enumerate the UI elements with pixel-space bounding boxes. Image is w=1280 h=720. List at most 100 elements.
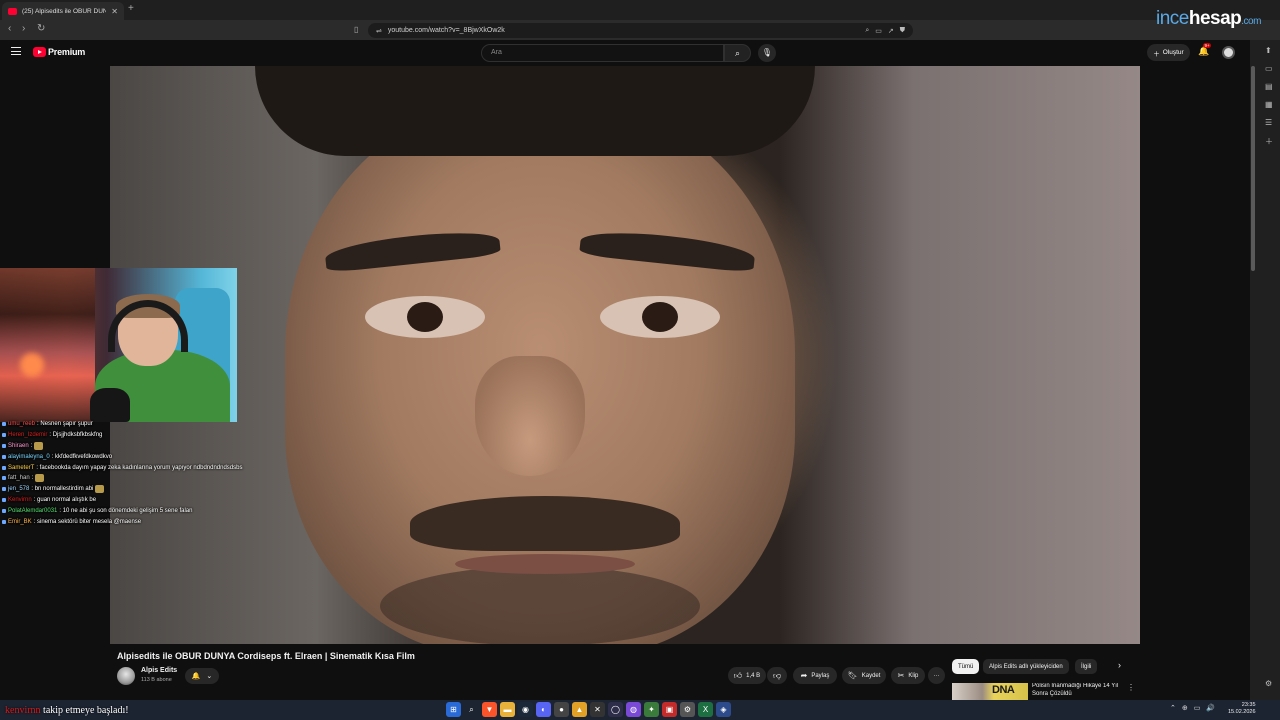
tray-icon[interactable]: ▭ [1194, 704, 1201, 712]
account-avatar[interactable] [1222, 46, 1235, 59]
chevron-down-icon: ⌄ [206, 673, 213, 680]
chip-related[interactable]: İlgili [1075, 659, 1098, 674]
clock-date: 15.02.2026 [1228, 709, 1256, 715]
subscribed-bell-button[interactable]: 🔔 ⌄ [185, 668, 219, 684]
share-arrow-icon: ➦ [800, 671, 808, 680]
channel-name[interactable]: Alpis Edits [141, 667, 177, 674]
app-blue-icon[interactable]: ◈ [716, 702, 731, 717]
chat-text: : 10 ne abi şu son dönemdeki gelişim 5 s… [59, 507, 193, 514]
brave-browser-icon[interactable]: ▼ [482, 702, 497, 717]
follow-alert: kenvirnn takip etmeye başladı! [5, 705, 129, 716]
bookmark-icon[interactable]: ▯ [354, 25, 358, 34]
recommendation-menu-icon[interactable]: ⋮ [1127, 683, 1135, 692]
chat-emote-icon [35, 474, 45, 483]
chat-text: : guan normal alıştık be [33, 496, 97, 503]
chevron-right-icon[interactable]: › [1118, 660, 1121, 670]
voice-search-button[interactable]: 🎙 [758, 44, 776, 62]
more-actions-button[interactable]: ··· [928, 667, 945, 684]
video-player[interactable] [110, 66, 1140, 644]
new-tab-button[interactable]: + [128, 3, 134, 14]
chat-badge-icon [2, 476, 6, 481]
back-icon[interactable]: ‹ [8, 23, 11, 34]
forward-icon[interactable]: › [22, 23, 25, 34]
sidebar-notes-icon[interactable]: ▦ [1265, 100, 1273, 109]
recommendation-title[interactable]: Polisin İnanmadığı Hikâye 14 Yıl Sonra Ç… [1032, 683, 1124, 698]
app-green-icon[interactable]: ✦ [644, 702, 659, 717]
sidebar-wallet-icon[interactable]: ▭ [1265, 64, 1273, 73]
chat-text: : sinema sektörü biter mesela @maense [33, 518, 142, 525]
share-button[interactable]: ➦ Paylaş [793, 667, 837, 684]
search-input[interactable]: Ara [481, 44, 724, 62]
discord-icon[interactable]: ◐ [536, 702, 551, 717]
youtube-logo-icon[interactable] [33, 47, 46, 57]
chat-username: umu_reeb [8, 421, 36, 428]
notifications-button[interactable]: 🔔 9+ [1198, 43, 1212, 57]
chat-badge-icon [2, 433, 6, 438]
page-scrollbar[interactable] [1251, 66, 1255, 271]
chat-username: alayimaleyna_0 [8, 453, 50, 460]
watermark-logo: incehesap.com [1156, 8, 1261, 29]
chip-all[interactable]: Tümü [952, 659, 980, 674]
settings-taskbar-icon[interactable]: ⚙ [680, 702, 695, 717]
video-frame-mouth [455, 554, 635, 574]
like-count: 1,4 B [746, 672, 761, 679]
obs-icon[interactable]: ● [554, 702, 569, 717]
close-tab-icon[interactable]: ✕ [111, 7, 118, 16]
subscriber-count: 113 B abone [141, 677, 172, 683]
youtube-premium-label[interactable]: Premium [48, 47, 85, 57]
sidebar-history-icon[interactable]: ▤ [1265, 82, 1273, 91]
video-frame-hair [255, 66, 815, 156]
app-red-icon[interactable]: ▣ [662, 702, 677, 717]
create-button[interactable]: ＋ Oluştur [1147, 44, 1190, 61]
taskbar-clock[interactable]: 23:35 15.02.2026 [1228, 702, 1256, 716]
chat-message: Emir_BK: sinema sektörü biter mesela @ma… [2, 516, 262, 527]
browser-nav-bar: ‹ › ↻ ▯ ⇌ youtube.com/watch?v=_8BjwXkOw2… [0, 20, 1280, 40]
x-icon[interactable]: ✕ [590, 702, 605, 717]
sidebar-reading-icon[interactable]: ☰ [1265, 118, 1272, 127]
chat-text: : Nesnen şapır şupur [37, 421, 93, 428]
channel-avatar[interactable] [117, 667, 135, 685]
dislike-button[interactable]: 👎︎ [767, 667, 787, 684]
save-button[interactable]: 🔖︎ Kaydet [842, 667, 886, 684]
menu-icon[interactable] [11, 47, 21, 55]
chip-uploader[interactable]: Alpis Edits adlı yükleyiciden [983, 659, 1069, 674]
like-button[interactable]: 👍︎ 1,4 B [728, 667, 766, 684]
zoom-icon[interactable]: ⌕ [865, 27, 869, 35]
app-circle-icon[interactable]: ◯ [608, 702, 623, 717]
reload-icon[interactable]: ↻ [37, 23, 45, 34]
app-purple-icon[interactable]: ◍ [626, 702, 641, 717]
chat-message: fatt_han: [2, 473, 262, 484]
chat-text: : [30, 442, 33, 449]
stream-chat: umu_reeb: Nesnen şapır şupur Heren_Izdemi… [2, 419, 262, 527]
browser-tab[interactable]: (25) Alpisedits ile OBUR DUNYA ✕ [2, 2, 124, 20]
sidebar-bookmarks-icon[interactable]: ⬆ [1265, 46, 1272, 55]
shield-icon[interactable]: ⛊ [900, 27, 905, 35]
sidebar-settings-icon[interactable]: ⚙ [1265, 679, 1272, 688]
tray-icon[interactable]: ⊕ [1182, 704, 1188, 712]
share-icon[interactable]: ↗ [888, 27, 894, 35]
vlc-icon[interactable]: ▲ [572, 702, 587, 717]
chat-message: Shiraen: [2, 441, 262, 452]
chat-username: fatt_han [8, 475, 30, 482]
clip-button[interactable]: ✂ Klip [891, 667, 925, 684]
chat-badge-icon [2, 465, 6, 470]
search-button[interactable]: ⌕ [724, 44, 751, 62]
steam-icon[interactable]: ◉ [518, 702, 533, 717]
file-explorer-icon[interactable]: ▬ [500, 702, 515, 717]
recommendation-thumbnail[interactable]: DNA [952, 683, 1028, 700]
excel-icon[interactable]: X [698, 702, 713, 717]
address-bar[interactable]: ⇌ youtube.com/watch?v=_8BjwXkOw2k ⌕ ▭ ↗ … [368, 23, 913, 38]
start-menu-icon[interactable]: ⊞ [446, 702, 461, 717]
sidebar-add-icon[interactable]: ＋ [1265, 136, 1273, 147]
chat-message: alayimaleyna_0: kkfdedfkvefdkowdkvo [2, 451, 262, 462]
chat-message: PolatAlemdar0031: 10 ne abi şu son dönem… [2, 505, 262, 516]
search-taskbar-icon[interactable]: ⌕ [464, 702, 479, 717]
save-bookmark-icon: 🔖︎ [847, 671, 858, 680]
site-settings-icon[interactable]: ⇌ [376, 27, 382, 35]
webcam-lamp [20, 353, 44, 377]
tray-icon[interactable]: ⌃ [1170, 704, 1176, 712]
follow-alert-text: takip etmeye başladı! [40, 705, 129, 716]
chat-badge-icon [2, 443, 6, 448]
tray-icon[interactable]: 🔊 [1206, 704, 1215, 712]
screen-icon[interactable]: ▭ [875, 27, 882, 35]
